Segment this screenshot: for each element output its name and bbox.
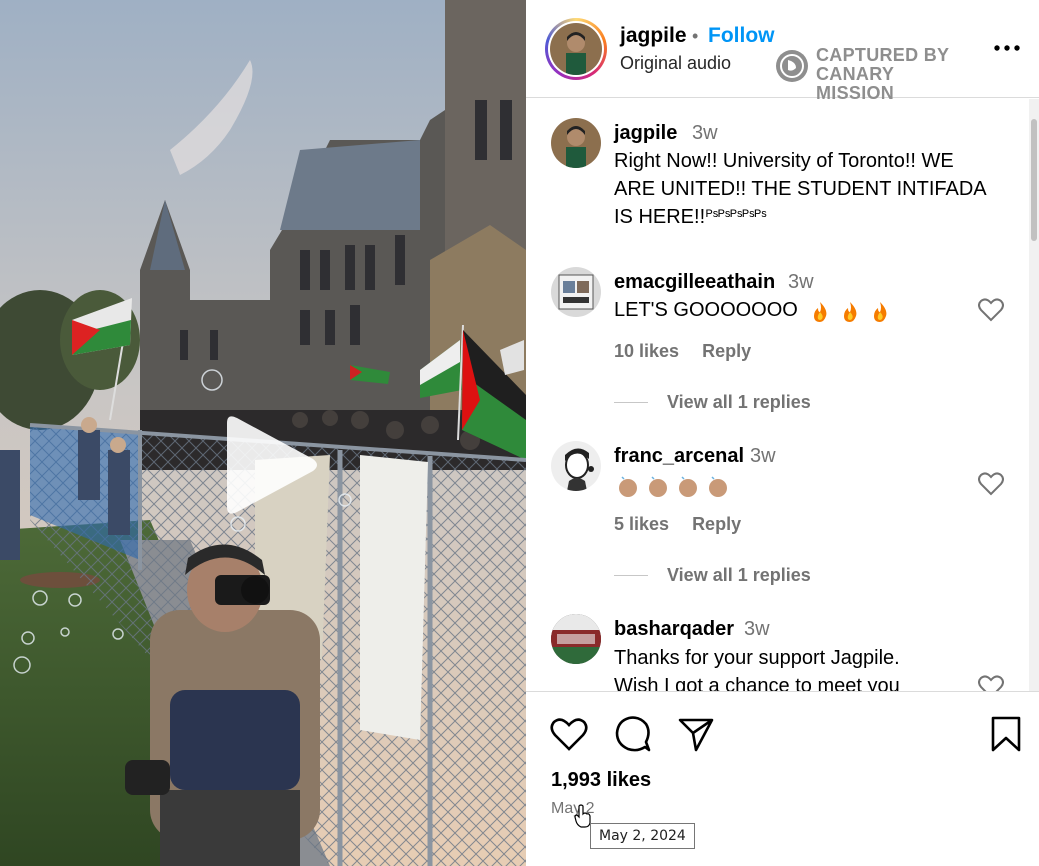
comment-time[interactable]: 3w xyxy=(750,445,776,468)
divider-line xyxy=(614,402,648,403)
follow-button[interactable]: Follow xyxy=(708,24,775,48)
avatar[interactable] xyxy=(551,267,601,317)
comment-text: Thanks for your support Jagpile. xyxy=(614,647,900,669)
view-replies-label: View all 1 replies xyxy=(667,565,811,585)
audio-link[interactable]: Original audio xyxy=(620,53,731,74)
reply-button[interactable]: Reply xyxy=(692,514,741,534)
scrollbar-thumb[interactable] xyxy=(1031,119,1037,241)
watermark-line-1: CAPTURED BY xyxy=(816,45,950,65)
post-actions: 1,993 likes May 2 May 2, 2024 xyxy=(526,691,1039,866)
story-ring[interactable] xyxy=(545,18,607,80)
comment-username[interactable]: basharqader xyxy=(614,618,734,641)
likes-count[interactable]: 1,993 likes xyxy=(551,769,651,792)
watermark-line-2: CANARY MISSION xyxy=(816,64,895,103)
caption-username[interactable]: jagpile xyxy=(614,122,677,145)
caption-line: IS HERE!! xyxy=(614,206,706,228)
author-username[interactable]: jagpile xyxy=(620,24,687,48)
comment-time[interactable]: 3w xyxy=(788,271,814,294)
canary-logo-icon xyxy=(776,50,808,82)
comment-time[interactable]: 3w xyxy=(744,618,770,641)
comment-text: Wish I got a chance to meet you xyxy=(614,675,900,691)
fire-icon xyxy=(814,302,887,322)
comment-username[interactable]: emacgilleeathain xyxy=(614,271,775,294)
more-options-icon[interactable] xyxy=(992,38,1022,58)
view-replies-label: View all 1 replies xyxy=(667,392,811,412)
comments-list[interactable]: jagpile 3w Right Now!! University of Tor… xyxy=(526,99,1039,691)
avatar[interactable] xyxy=(551,441,601,491)
comments-scrollbar[interactable] xyxy=(1029,99,1039,691)
clapping-hands-icon xyxy=(619,476,727,497)
caption-line: Right Now!! University of Toronto!! WE xyxy=(614,150,954,172)
avatar[interactable] xyxy=(551,118,601,168)
caption-line: ARE UNITED!! THE STUDENT INTIFADA xyxy=(614,178,987,200)
comment-username[interactable]: franc_arcenal xyxy=(614,445,744,468)
bookmark-icon[interactable] xyxy=(986,714,1026,754)
post-header: jagpile • Follow Original audio CAPTURED… xyxy=(526,0,1039,103)
heart-icon[interactable] xyxy=(549,714,589,754)
comment-meta: 5 likes Reply xyxy=(614,514,741,535)
comment-likes[interactable]: 10 likes xyxy=(614,341,679,361)
post-panel: jagpile • Follow Original audio CAPTURED… xyxy=(526,0,1039,866)
canary-mission-watermark: CAPTURED BY CANARY MISSION xyxy=(776,45,976,103)
avatar[interactable] xyxy=(551,614,601,664)
separator-dot: • xyxy=(692,26,699,46)
paper-plane-icon[interactable] xyxy=(676,714,716,754)
view-replies-button[interactable]: View all 1 replies xyxy=(614,565,874,587)
like-comment-heart-icon[interactable] xyxy=(978,675,1004,691)
comment-likes[interactable]: 5 likes xyxy=(614,514,669,534)
avatar[interactable] xyxy=(550,23,602,75)
caption-suffix: ᴾˢᴾˢᴾˢᴾˢᴾˢ xyxy=(706,208,767,225)
view-replies-button[interactable]: View all 1 replies xyxy=(614,392,874,414)
like-comment-heart-icon[interactable] xyxy=(978,472,1004,496)
like-comment-heart-icon[interactable] xyxy=(978,298,1004,322)
reply-button[interactable]: Reply xyxy=(702,341,751,361)
comment-meta: 10 likes Reply xyxy=(614,341,751,362)
clapping-emoji-row xyxy=(616,475,736,504)
video-player[interactable] xyxy=(0,0,526,866)
fire-emoji-row xyxy=(810,300,890,329)
date-tooltip: May 2, 2024 xyxy=(590,823,695,849)
divider-line xyxy=(614,575,648,576)
caption-time[interactable]: 3w xyxy=(692,122,718,145)
comment-bubble-icon[interactable] xyxy=(613,714,653,754)
play-triangle-icon xyxy=(227,416,317,514)
comment-text: LET'S GOOOOOOO xyxy=(614,299,798,321)
play-button[interactable] xyxy=(217,413,321,517)
